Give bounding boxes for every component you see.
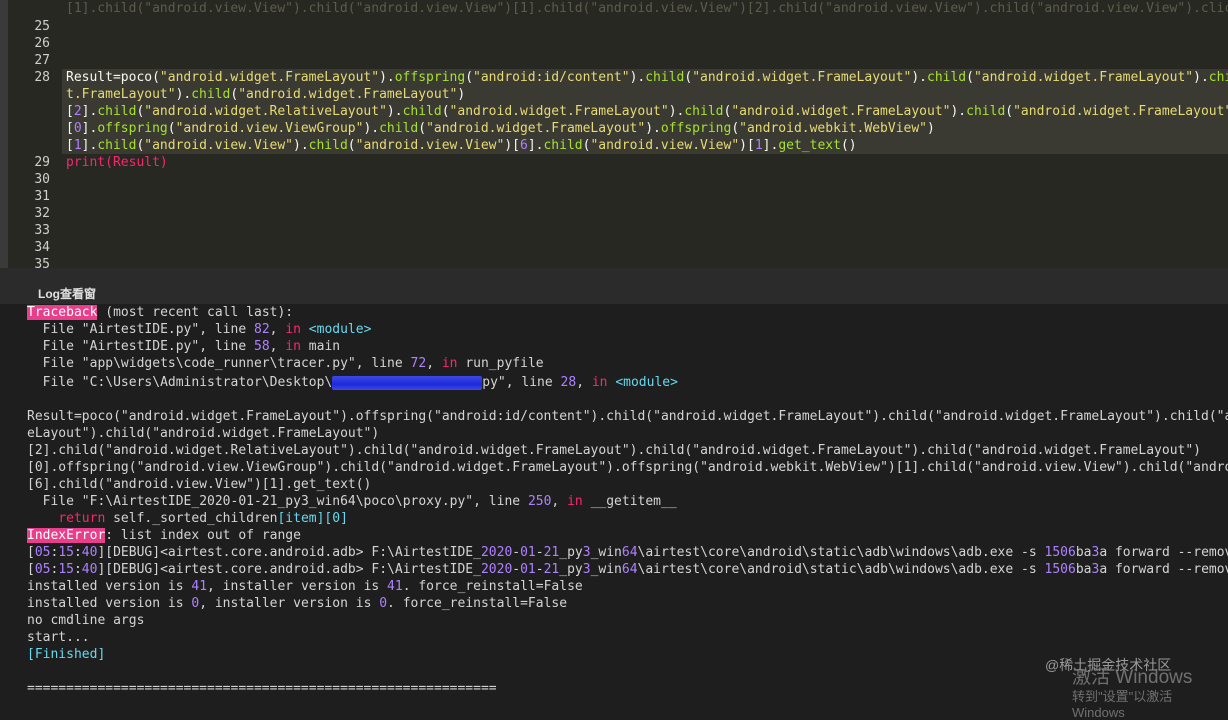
result-echo-line: [2].child("android.widget.RelativeLayout…	[27, 443, 1201, 458]
line-number: 31	[34, 189, 50, 204]
result-echo-line: [6].child("android.view.View")[1].get_te…	[27, 477, 372, 492]
traceback-frame-proxy: File "F:\AirtestIDE_2020-01-21_py3_win64…	[27, 494, 677, 509]
traceback-frame: File "AirtestIDE.py", line 58, in main	[27, 339, 341, 354]
code-line-29: print(Result)	[66, 155, 168, 170]
line-number: 32	[34, 206, 50, 221]
traceback-frame: File "AirtestIDE.py", line 82, in <modul…	[27, 322, 372, 337]
result-echo-line: eLayout").child("android.widget.FrameLay…	[27, 426, 380, 441]
log-panel-header	[0, 268, 1228, 304]
windows-activation-hint: 转到"设置"以激活 Windows	[1072, 689, 1173, 720]
code-line-24-fragment: [1].child("android.view.View").child("an…	[66, 1, 1228, 16]
error-line: IndexError: list index out of range	[27, 528, 301, 543]
install-line: installed version is 0, installer versio…	[27, 596, 568, 611]
result-echo-line: [0].offspring("android.view.ViewGroup").…	[27, 460, 1228, 475]
windows-activation-watermark: 激活 Windows	[1072, 667, 1193, 688]
code-line-28-wrap-3: [0].offspring("android.view.ViewGroup").…	[66, 121, 935, 136]
debug-line: [05:15:40][DEBUG]<airtest.core.android.a…	[27, 545, 1228, 560]
line-number: 34	[34, 240, 50, 255]
line-number: 26	[34, 36, 50, 51]
line-number: 29	[34, 155, 50, 170]
log-panel-title: Log查看窗	[38, 287, 96, 301]
traceback-frame-4: File "C:\Users\Administrator\Desktop\ py"…	[27, 375, 678, 390]
debug-line: [05:15:40][DEBUG]<airtest.core.android.a…	[27, 562, 1228, 577]
line-number: 35	[34, 257, 50, 268]
traceback-return-line: return self._sorted_children[item][0]	[58, 511, 348, 526]
code-line-28-wrap-4: [1].child("android.view.View").child("an…	[66, 138, 857, 153]
line-number: 28	[34, 70, 50, 85]
separator-line: ========================================…	[27, 681, 497, 696]
start-line: start...	[27, 630, 90, 645]
code-line-28-wrap-1: t.FrameLayout").child("android.widget.Fr…	[66, 87, 466, 102]
redacted-filename	[332, 375, 483, 390]
code-line-28-wrap-0: Result=poco("android.widget.FrameLayout"…	[66, 70, 1228, 85]
line-number: 27	[34, 53, 50, 68]
code-line-28-wrap-2: [2].child("android.widget.RelativeLayout…	[66, 104, 1228, 119]
finished-line: [Finished]	[27, 647, 106, 662]
line-number: 25	[34, 19, 50, 34]
no-args-line: no cmdline args	[27, 613, 145, 628]
install-line: installed version is 41, installer versi…	[27, 579, 583, 594]
code-editor[interactable]: [1].child("android.view.View").child("an…	[0, 0, 1228, 268]
line-number: 33	[34, 223, 50, 238]
editor-gutter-rail	[0, 0, 8, 268]
traceback-header: Traceback (most recent call last):	[27, 305, 294, 320]
line-number: 30	[34, 172, 50, 187]
result-echo-line: Result=poco("android.widget.FrameLayout"…	[27, 409, 1228, 424]
log-output[interactable]: Traceback (most recent call last): File …	[0, 304, 1228, 697]
traceback-frame: File "app\widgets\code_runner\tracer.py"…	[27, 356, 544, 371]
